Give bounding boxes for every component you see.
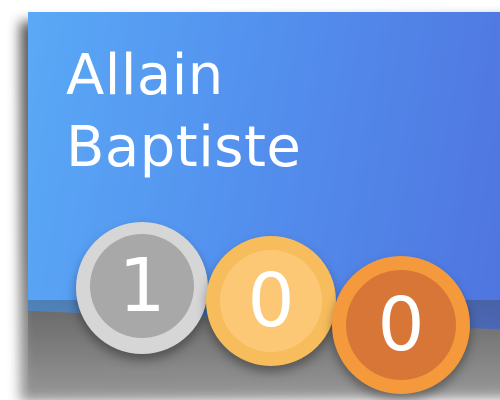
gold-medal-count: 0 bbox=[247, 258, 295, 344]
silver-medal-icon: 1 bbox=[76, 222, 208, 354]
silver-medal-count: 1 bbox=[118, 243, 166, 329]
bronze-medal-face: 0 bbox=[346, 270, 456, 380]
player-name: Allain Baptiste bbox=[66, 40, 301, 184]
first-name: Allain bbox=[66, 43, 224, 108]
gold-medal-face: 0 bbox=[220, 250, 322, 352]
bronze-medal-count: 0 bbox=[377, 282, 425, 368]
profile-card-stage: Allain Baptiste 1 0 0 bbox=[0, 0, 500, 400]
bronze-medal-icon: 0 bbox=[332, 256, 470, 394]
gold-medal-icon: 0 bbox=[206, 236, 336, 366]
last-name: Baptiste bbox=[66, 115, 302, 180]
silver-medal-face: 1 bbox=[90, 234, 194, 338]
